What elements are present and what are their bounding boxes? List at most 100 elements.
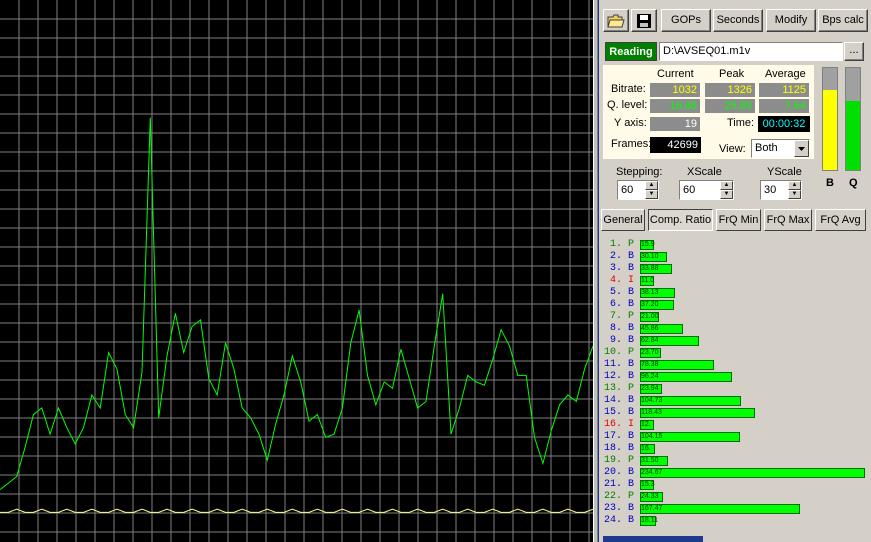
frame-ratio-value: 62.84 (641, 337, 659, 344)
frame-label: 13. P (603, 383, 634, 394)
frame-ratio-value: 45.86 (641, 325, 659, 332)
frame-label: 24. B (603, 515, 634, 526)
file-path-field[interactable]: D:\AVSEQ01.m1v (659, 42, 843, 61)
frame-label: 7. P (609, 311, 634, 322)
stepping-label: Stepping: (616, 166, 663, 178)
stepping-spinner[interactable]: 60 ▲ ▼ (617, 180, 659, 200)
tab-frq-min[interactable]: FrQ Min (716, 209, 761, 231)
yaxis-label: Y axis: (614, 117, 647, 129)
frame-row: 3. B 33.88 (601, 263, 871, 275)
frame-ratio-value: 96.24 (641, 373, 659, 380)
qlevel-line (0, 508, 593, 513)
spin-down-button[interactable]: ▼ (788, 190, 801, 199)
modify-button[interactable]: Modify (766, 9, 816, 32)
bitrate-graph[interactable] (0, 0, 593, 542)
frame-ratio-value: 21.00 (641, 313, 659, 320)
column-peak-header: Peak (719, 68, 745, 80)
gops-button[interactable]: GOPs (661, 9, 711, 32)
frame-row: 17. B 104.15 (601, 431, 871, 443)
frame-row: 6. B 37.20 (601, 299, 871, 311)
frame-row: 4. I 11.0 (601, 275, 871, 287)
stepping-value: 60 (621, 184, 634, 196)
b-meter (822, 67, 838, 171)
frame-label: 23. B (603, 503, 634, 514)
frame-label: 6. B (609, 299, 634, 310)
frame-ratio-value: 18.11 (641, 517, 658, 524)
frame-label: 17. B (603, 431, 634, 442)
frame-row: 7. P 21.00 (601, 311, 871, 323)
seconds-button[interactable]: Seconds (713, 9, 763, 32)
folder-open-icon (607, 14, 625, 28)
frame-ratio-value: 38.13 (641, 289, 659, 296)
frame-row: 1. P 15.9 (601, 239, 871, 251)
frame-row: 18. B 16. (601, 443, 871, 455)
b-meter-fill (823, 90, 837, 170)
frame-ratio-value: 37.20 (641, 301, 659, 308)
spin-down-button[interactable]: ▼ (645, 190, 658, 199)
scrollbar-thumb[interactable] (603, 536, 703, 542)
qlevel-label: Q. level: (607, 99, 648, 111)
frame-label: 21. B (603, 479, 634, 490)
xscale-label: XScale (687, 166, 722, 178)
frame-label: 22. P (603, 491, 634, 502)
frame-label: 9. B (609, 335, 634, 346)
frame-row: 20. B 234.67 (601, 467, 871, 479)
xscale-value: 60 (683, 184, 696, 196)
bps-calc-button[interactable]: Bps calc (818, 9, 868, 32)
tab-comp-ratio[interactable]: Comp. Ratio (648, 209, 713, 231)
tab-frq-max[interactable]: FrQ Max (764, 209, 812, 231)
frame-ratio-value: 31.50 (641, 457, 659, 464)
frame-ratio-value: 78.38 (641, 361, 659, 368)
frame-row: 5. B 38.13 (601, 287, 871, 299)
spin-up-button[interactable]: ▲ (720, 181, 733, 190)
spin-up-button[interactable]: ▲ (645, 181, 658, 190)
yscale-value: 30 (764, 184, 777, 196)
frame-ratio-value: 118.43 (641, 409, 662, 416)
q-meter (845, 67, 861, 171)
chevron-down-icon (798, 147, 805, 151)
view-select[interactable]: Both (751, 139, 810, 158)
save-button[interactable] (631, 9, 657, 32)
frame-row: 24. B 18.11 (601, 515, 871, 527)
frame-row: 12. B 96.24 (601, 371, 871, 383)
frame-row: 21. B 15.3 (601, 479, 871, 491)
open-file-button[interactable] (603, 9, 629, 32)
frame-row: 8. B 45.86 (601, 323, 871, 335)
dropdown-button[interactable] (794, 140, 809, 157)
qlevel-average: 7.64 (759, 99, 809, 113)
frame-ratio-list[interactable]: 1. P 15.9 2. B 30.10 3. B 33.88 4. I 11.0 5. B 38… (601, 233, 871, 535)
qlevel-peak: 25.89 (705, 99, 755, 113)
frame-ratio-value: 167.47 (641, 505, 663, 512)
frame-ratio-value: 234.67 (641, 469, 663, 476)
frame-ratio-value: 104.73 (641, 397, 663, 404)
spin-down-button[interactable]: ▼ (720, 190, 733, 199)
frame-label: 18. B (603, 443, 634, 454)
tab-frq-avg[interactable]: FrQ Avg (815, 209, 866, 231)
yscale-spinner[interactable]: 30 ▲ ▼ (760, 180, 802, 200)
frame-row: 2. B 30.10 (601, 251, 871, 263)
frame-ratio-value: 23.70 (641, 349, 659, 356)
floppy-disk-icon (637, 14, 651, 28)
frame-row: 19. P 31.50 (601, 455, 871, 467)
graph-canvas (0, 0, 593, 542)
q-meter-fill (846, 100, 860, 170)
frame-row: 14. B 104.73 (601, 395, 871, 407)
frame-ratio-value: 15.9 (641, 241, 655, 248)
frame-row: 11. B 78.38 (601, 359, 871, 371)
frame-row: 23. B 167.47 (601, 503, 871, 515)
horizontal-scrollbar[interactable] (601, 535, 871, 542)
frame-label: 1. P (609, 239, 634, 250)
frame-ratio-bar (640, 504, 800, 514)
frame-ratio-value: 33.88 (641, 265, 659, 272)
frame-label: 16. I (603, 419, 634, 430)
spin-up-button[interactable]: ▲ (788, 181, 801, 190)
yscale-label: YScale (767, 166, 802, 178)
frame-label: 8. B (609, 323, 634, 334)
xscale-spinner[interactable]: 60 ▲ ▼ (679, 180, 734, 200)
browse-button[interactable]: ... (844, 42, 864, 61)
q-meter-label: Q (849, 177, 858, 189)
frame-label: 15. B (603, 407, 634, 418)
frame-label: 4. I (609, 275, 634, 286)
frame-row: 9. B 62.84 (601, 335, 871, 347)
tab-general[interactable]: General (601, 209, 645, 231)
